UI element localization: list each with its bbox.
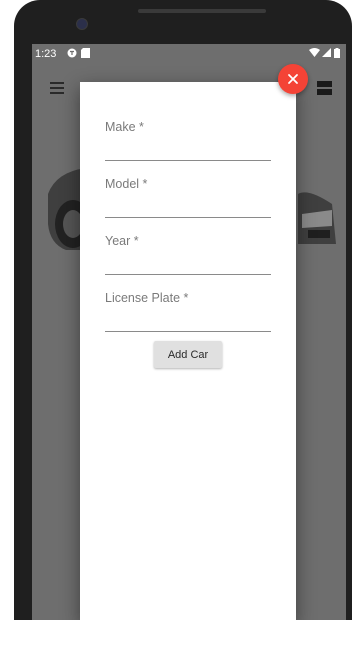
year-field[interactable]: Year * (105, 234, 271, 275)
app-screen: 1:23 Make * Model * Year * License Plate… (32, 44, 346, 620)
view-agenda-icon[interactable] (317, 81, 332, 97)
year-field-label: Year * (105, 234, 139, 248)
add-car-button[interactable]: Add Car (154, 341, 222, 368)
model-input[interactable] (105, 199, 271, 215)
model-field[interactable]: Model * (105, 177, 271, 218)
status-time: 1:23 (35, 48, 57, 60)
close-button[interactable] (278, 64, 308, 94)
license-plate-input[interactable] (105, 313, 271, 329)
wifi-icon (309, 48, 320, 61)
battery-icon (334, 48, 340, 61)
front-camera (76, 18, 88, 30)
notification-icon (67, 48, 77, 61)
year-input[interactable] (105, 256, 271, 272)
license-plate-field[interactable]: License Plate * (105, 291, 271, 332)
sd-card-icon (81, 48, 90, 61)
menu-icon[interactable] (50, 82, 64, 97)
device: 1:23 Make * Model * Year * License Plate… (0, 0, 359, 648)
signal-icon (322, 48, 331, 61)
make-field-label: Make * (105, 120, 144, 134)
make-input[interactable] (105, 142, 271, 158)
speaker-grille (138, 9, 266, 13)
status-bar: 1:23 (32, 44, 346, 66)
add-car-dialog: Make * Model * Year * License Plate * Ad… (80, 82, 296, 620)
model-field-label: Model * (105, 177, 148, 191)
license-plate-field-label: License Plate * (105, 291, 189, 305)
make-field[interactable]: Make * (105, 120, 271, 161)
close-icon (288, 74, 298, 84)
